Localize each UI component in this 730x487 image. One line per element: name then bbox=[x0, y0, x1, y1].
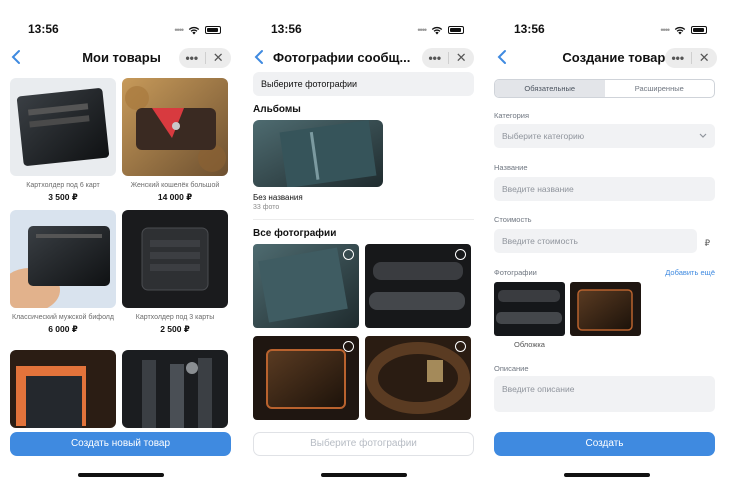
add-more-photos-link[interactable]: Добавить ещё bbox=[665, 268, 715, 277]
product-name: Классический мужской бифолд bbox=[12, 314, 114, 321]
screen-photo-picker: 13:56 •••• Фотографии сообщ... ••• ✕ Выб… bbox=[243, 0, 486, 487]
status-bar: 13:56 •••• bbox=[504, 22, 711, 38]
photos-label: Фотографии bbox=[494, 268, 537, 277]
select-circle-icon[interactable] bbox=[343, 249, 354, 260]
name-input[interactable]: Введите название bbox=[494, 177, 715, 201]
photo-thumbnail-cover[interactable] bbox=[494, 282, 565, 336]
navbar: Фотографии сообщ... ••• ✕ bbox=[243, 44, 486, 72]
signal-icon: •••• bbox=[417, 25, 427, 35]
price-input[interactable]: Введите стоимость bbox=[494, 229, 697, 253]
album-cover[interactable] bbox=[253, 120, 383, 187]
product-image bbox=[10, 350, 116, 428]
product-price: 14 000 ₽ bbox=[157, 192, 193, 202]
product-image bbox=[122, 78, 228, 176]
signal-icon: •••• bbox=[660, 25, 670, 35]
cover-label: Обложка bbox=[514, 340, 545, 349]
create-button[interactable]: Создать bbox=[494, 432, 715, 456]
close-icon[interactable]: ✕ bbox=[206, 50, 232, 66]
navbar: Создание товара ••• ✕ bbox=[486, 44, 729, 72]
product-card[interactable] bbox=[10, 350, 116, 428]
product-price: 2 500 ₽ bbox=[160, 324, 190, 334]
more-icon[interactable]: ••• bbox=[665, 52, 691, 64]
more-icon[interactable]: ••• bbox=[179, 52, 205, 64]
category-select[interactable]: Выберите категорию bbox=[494, 124, 715, 148]
status-time: 13:56 bbox=[271, 22, 302, 36]
photo-tile[interactable] bbox=[365, 244, 471, 328]
select-photos-button[interactable]: Выберите фотографии bbox=[253, 432, 474, 456]
tab-advanced[interactable]: Расширенные bbox=[605, 80, 715, 97]
screen-create-product: 13:56 •••• Создание товара ••• ✕ Обязате… bbox=[486, 0, 729, 487]
mini-app-capsule: ••• ✕ bbox=[422, 48, 474, 68]
select-photos-bar[interactable]: Выберите фотографии bbox=[253, 72, 474, 96]
name-label: Название bbox=[494, 163, 528, 172]
product-name: Женский кошелёк большой bbox=[130, 182, 220, 189]
product-price: 6 000 ₽ bbox=[48, 324, 78, 334]
product-name: Картхолдер под 3 карты bbox=[135, 314, 215, 321]
form-tabs: Обязательные Расширенные bbox=[494, 79, 715, 98]
select-circle-icon[interactable] bbox=[455, 341, 466, 352]
albums-heading: Альбомы bbox=[253, 104, 301, 115]
close-icon[interactable]: ✕ bbox=[449, 50, 475, 66]
photo-tile[interactable] bbox=[365, 336, 471, 420]
category-placeholder: Выберите категорию bbox=[502, 131, 585, 141]
description-textarea[interactable]: Введите описание bbox=[494, 376, 715, 412]
close-icon[interactable]: ✕ bbox=[692, 50, 718, 66]
product-image bbox=[122, 210, 228, 308]
category-label: Категория bbox=[494, 111, 530, 120]
status-bar: 13:56 •••• bbox=[18, 22, 225, 38]
currency-sign: ₽ bbox=[704, 238, 710, 248]
album-name: Без названия bbox=[253, 193, 303, 202]
wifi-icon bbox=[188, 26, 200, 34]
product-image bbox=[122, 350, 228, 428]
page-title: Фотографии сообщ... bbox=[273, 50, 411, 65]
description-label: Описание bbox=[494, 364, 529, 373]
home-indicator bbox=[564, 473, 650, 477]
mini-app-capsule: ••• ✕ bbox=[179, 48, 231, 68]
wifi-icon bbox=[674, 26, 686, 34]
select-circle-icon[interactable] bbox=[455, 249, 466, 260]
photo-thumbnail[interactable] bbox=[570, 282, 641, 336]
screen-my-products: 13:56 •••• Мои товары ••• ✕ Картхолдер п… bbox=[0, 0, 243, 487]
product-image bbox=[10, 210, 116, 308]
product-card[interactable]: Женский кошелёк большой 14 000 ₽ bbox=[122, 78, 228, 203]
photo-tile[interactable] bbox=[253, 336, 359, 420]
wifi-icon bbox=[431, 26, 443, 34]
photo-tile[interactable] bbox=[253, 244, 359, 328]
select-circle-icon[interactable] bbox=[343, 341, 354, 352]
home-indicator bbox=[321, 473, 407, 477]
battery-icon bbox=[205, 26, 221, 34]
create-new-product-button[interactable]: Создать новый товар bbox=[10, 432, 231, 456]
home-indicator bbox=[78, 473, 164, 477]
battery-icon bbox=[691, 26, 707, 34]
status-time: 13:56 bbox=[28, 22, 59, 36]
all-photos-heading: Все фотографии bbox=[253, 228, 337, 239]
navbar: Мои товары ••• ✕ bbox=[0, 44, 243, 72]
tab-required[interactable]: Обязательные bbox=[495, 80, 605, 97]
divider bbox=[253, 219, 474, 220]
status-time: 13:56 bbox=[514, 22, 545, 36]
more-icon[interactable]: ••• bbox=[422, 52, 448, 64]
product-name: Картхолдер под 6 карт bbox=[26, 182, 100, 189]
chevron-down-icon bbox=[699, 133, 707, 138]
battery-icon bbox=[448, 26, 464, 34]
mini-app-capsule: ••• ✕ bbox=[665, 48, 717, 68]
product-price: 3 500 ₽ bbox=[48, 192, 78, 202]
product-card[interactable]: Классический мужской бифолд 6 000 ₽ bbox=[10, 210, 116, 335]
product-image bbox=[10, 78, 116, 176]
price-label: Стоимость bbox=[494, 215, 532, 224]
product-card[interactable]: Картхолдер под 3 карты 2 500 ₽ bbox=[122, 210, 228, 335]
product-card[interactable]: Картхолдер под 6 карт 3 500 ₽ bbox=[10, 78, 116, 203]
product-card[interactable] bbox=[122, 350, 228, 428]
back-arrow-icon[interactable] bbox=[253, 48, 267, 66]
status-bar: 13:56 •••• bbox=[261, 22, 468, 38]
signal-icon: •••• bbox=[174, 25, 184, 35]
album-count: 33 фото bbox=[253, 204, 280, 211]
